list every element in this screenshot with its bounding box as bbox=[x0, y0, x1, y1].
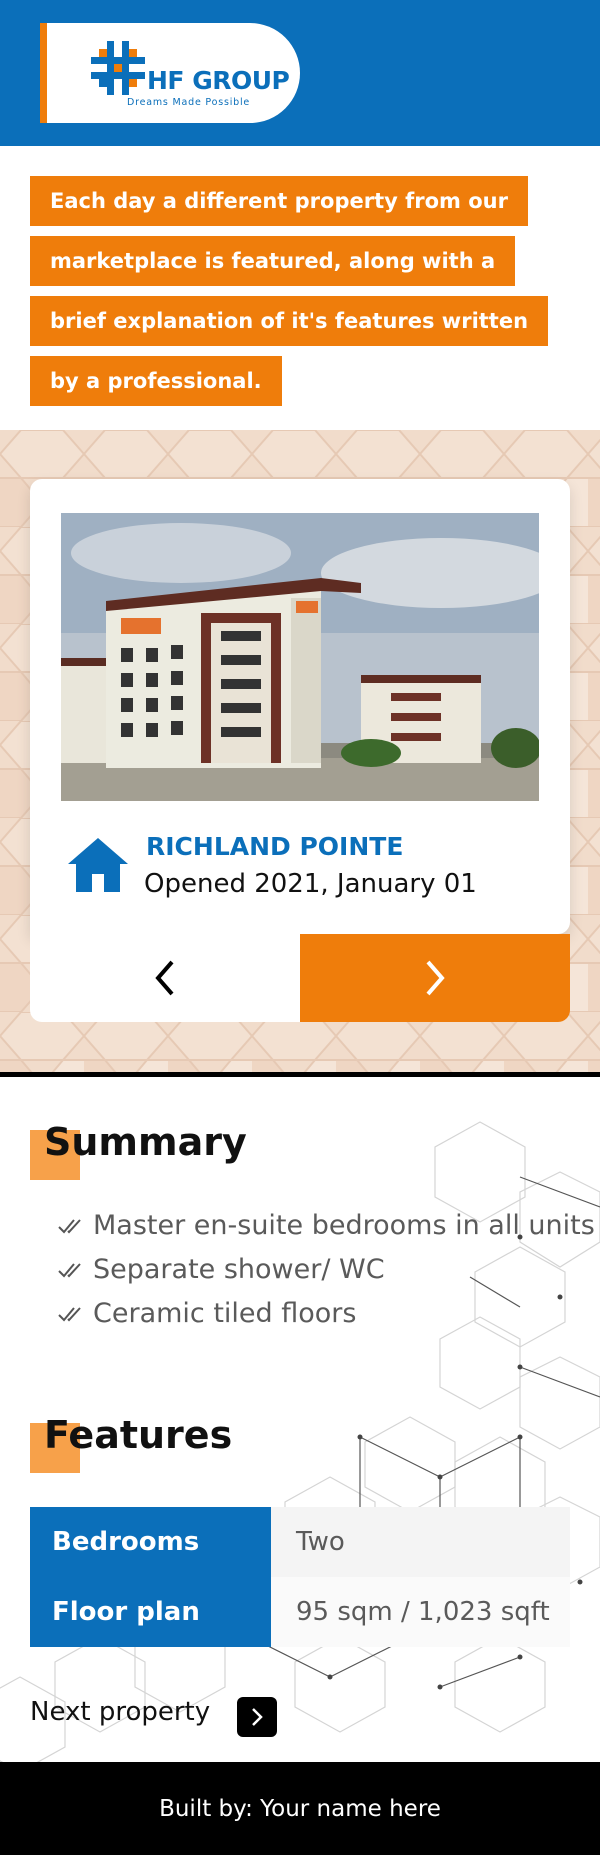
table-row: Bedrooms Two bbox=[30, 1507, 570, 1577]
previous-property-button[interactable] bbox=[30, 934, 300, 1022]
feature-value: 95 sqm / 1,023 sqft bbox=[271, 1577, 570, 1647]
intro-line: by a professional. bbox=[30, 356, 282, 406]
next-property-button[interactable] bbox=[300, 934, 570, 1022]
double-check-icon bbox=[58, 1307, 81, 1322]
next-property-link[interactable]: Next property bbox=[30, 1697, 210, 1727]
apartment-building-photo bbox=[61, 513, 539, 801]
summary-item: Ceramic tiled floors bbox=[58, 1298, 595, 1342]
feature-key: Bedrooms bbox=[30, 1507, 271, 1577]
footer-credit: Built by: Your name here bbox=[159, 1795, 441, 1822]
feature-value: Two bbox=[271, 1507, 570, 1577]
home-icon bbox=[68, 838, 128, 892]
summary-item: Separate shower/ WC bbox=[58, 1254, 595, 1298]
intro-line: marketplace is featured, along with a bbox=[30, 236, 516, 286]
property-name[interactable]: RICHLAND POINTE bbox=[146, 832, 403, 861]
features-table: Bedrooms Two Floor plan 95 sqm / 1,023 s… bbox=[30, 1507, 570, 1647]
brand-name: HF GROUP bbox=[147, 66, 290, 95]
intro-line: brief explanation of it's features writt… bbox=[30, 296, 549, 346]
site-header: HF GROUP Dreams Made Possible bbox=[0, 0, 600, 146]
property-opened-date: Opened 2021, January 01 bbox=[144, 869, 477, 899]
site-footer: Built by: Your name here bbox=[0, 1762, 600, 1855]
table-row: Floor plan 95 sqm / 1,023 sqft bbox=[30, 1577, 570, 1647]
chevron-left-icon bbox=[155, 960, 174, 996]
feature-key: Floor plan bbox=[30, 1577, 271, 1647]
double-check-icon bbox=[58, 1219, 81, 1234]
summary-heading: Summary bbox=[30, 1120, 247, 1180]
property-photo bbox=[61, 513, 539, 801]
chevron-right-icon bbox=[426, 960, 445, 996]
intro-line: Each day a different property from our bbox=[30, 176, 528, 226]
chevron-right-icon bbox=[252, 1708, 263, 1726]
next-property-arrow-button[interactable] bbox=[237, 1697, 277, 1737]
summary-list: Master en-suite bedrooms in all units Se… bbox=[58, 1210, 595, 1342]
double-check-icon bbox=[58, 1263, 81, 1278]
brand-logo[interactable]: HF GROUP Dreams Made Possible bbox=[40, 23, 300, 123]
brand-tagline: Dreams Made Possible bbox=[127, 97, 251, 108]
property-card: RICHLAND POINTE Opened 2021, January 01 bbox=[30, 479, 570, 934]
summary-item: Master en-suite bedrooms in all units bbox=[58, 1210, 595, 1254]
intro-text: Each day a different property from our m… bbox=[30, 176, 570, 416]
features-heading: Features bbox=[30, 1413, 232, 1473]
hf-logo-icon bbox=[91, 41, 145, 95]
